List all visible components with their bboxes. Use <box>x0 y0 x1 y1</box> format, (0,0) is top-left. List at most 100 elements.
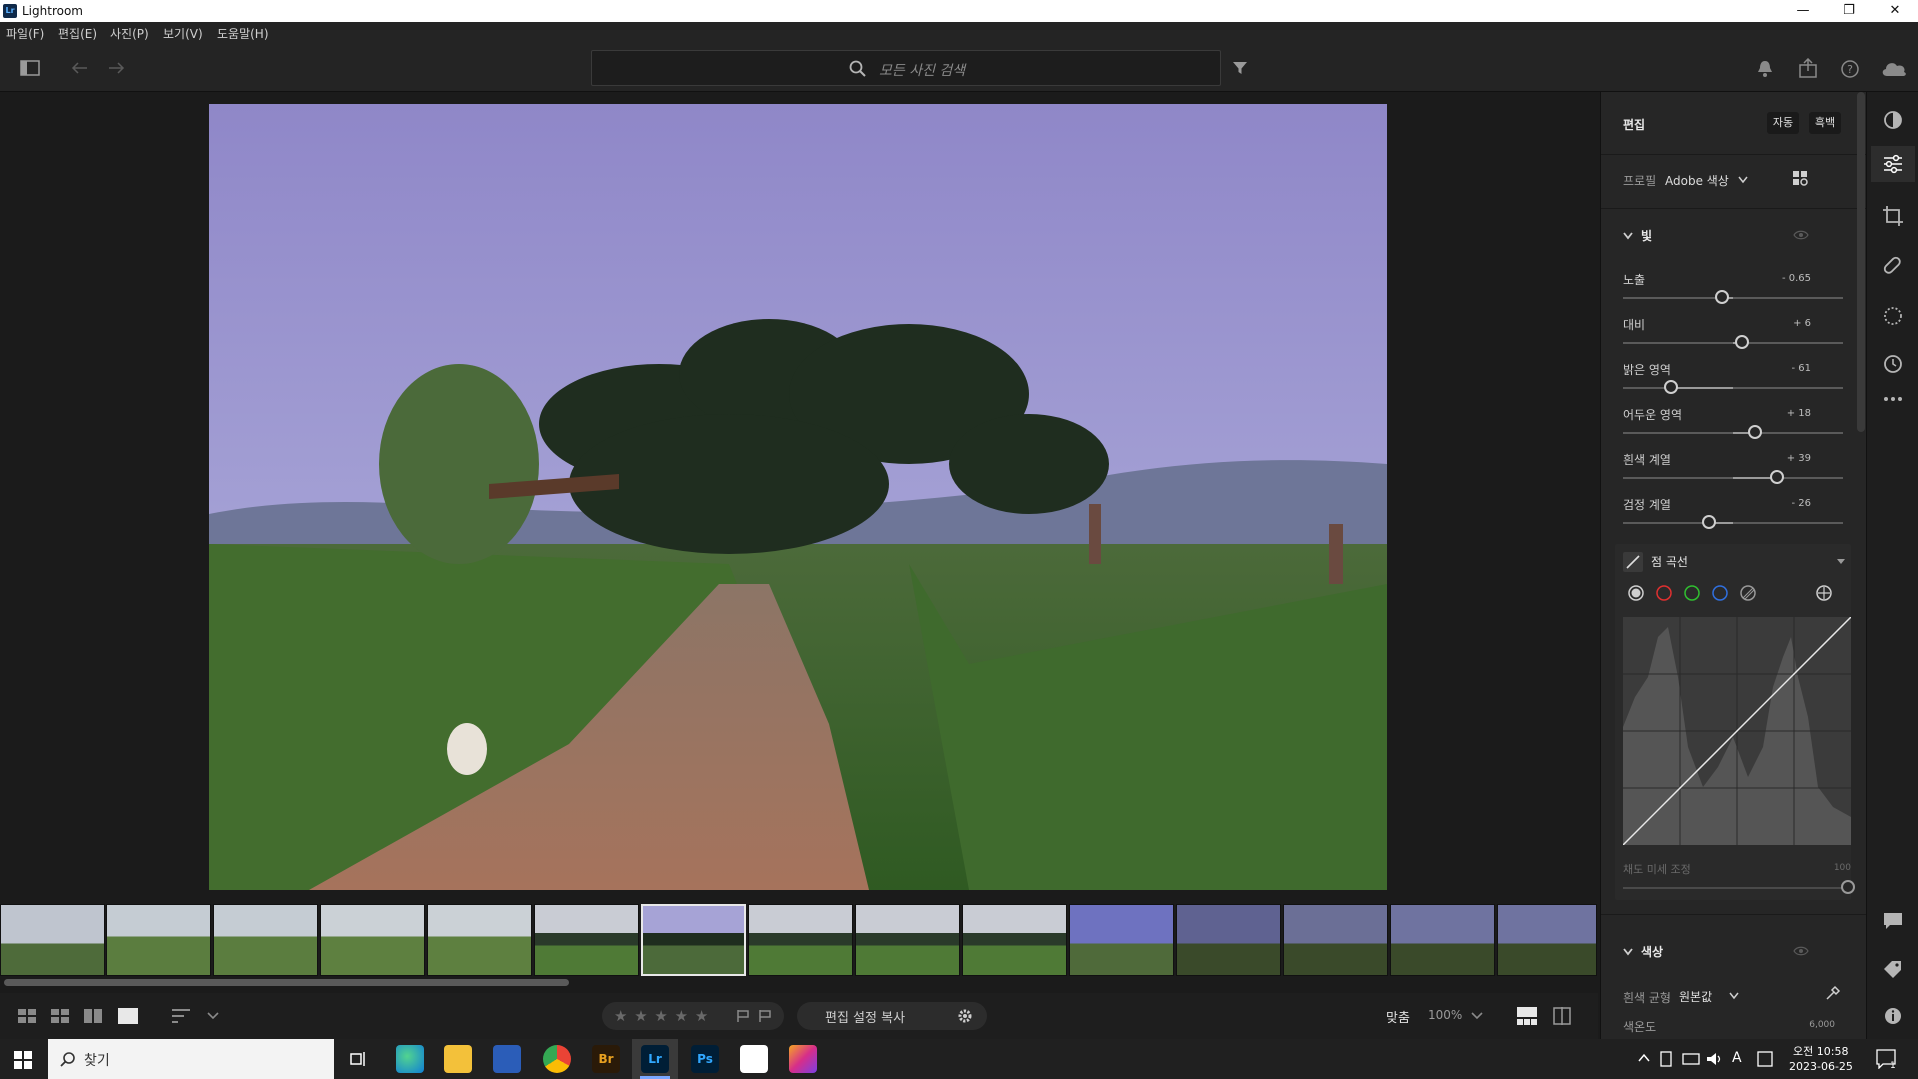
contrast-value[interactable]: + 6 <box>1771 318 1811 329</box>
share-icon[interactable] <box>1798 58 1818 78</box>
bw-button[interactable]: 흑백 <box>1809 112 1841 134</box>
menu-file[interactable]: 파일(F) <box>6 25 44 42</box>
red-channel-icon[interactable] <box>1655 584 1673 602</box>
back-arrow-icon[interactable] <box>70 60 88 76</box>
light-section-title[interactable]: 빛 <box>1641 227 1652 244</box>
light-section-chevron-icon[interactable] <box>1623 232 1633 240</box>
saturation-refine-slider[interactable] <box>1623 887 1847 889</box>
cloud-icon[interactable] <box>1880 58 1908 78</box>
info-icon[interactable] <box>1883 1006 1903 1026</box>
file-explorer-icon[interactable] <box>444 1045 472 1073</box>
search-box[interactable]: 모든 사진 검색 <box>591 50 1221 86</box>
filmstrip-thumb[interactable] <box>534 904 639 976</box>
eyedropper-icon[interactable] <box>1825 985 1841 1001</box>
main-photo[interactable] <box>209 104 1387 890</box>
exposure-value[interactable]: - 0.65 <box>1771 273 1811 284</box>
presets-icon[interactable] <box>1883 110 1903 130</box>
edge-icon[interactable] <box>396 1045 424 1073</box>
gear-icon[interactable] <box>957 1008 973 1024</box>
zoom-chevron-icon[interactable] <box>1471 1011 1483 1021</box>
blacks-knob[interactable] <box>1701 515 1716 529</box>
clock-date[interactable]: 2023-06-25 <box>1789 1060 1853 1073</box>
exposure-knob[interactable] <box>1715 290 1729 304</box>
comment-icon[interactable] <box>1883 912 1903 930</box>
clock-time[interactable]: 오전 10:58 <box>1793 1043 1848 1059</box>
photo-grid-icon[interactable] <box>51 1009 69 1023</box>
highlights-knob[interactable] <box>1664 380 1679 394</box>
store-icon[interactable] <box>493 1045 521 1073</box>
curve-graph[interactable] <box>1623 617 1851 845</box>
highlights-slider[interactable] <box>1623 387 1843 389</box>
detail-view-icon[interactable] <box>118 1008 138 1024</box>
menu-edit[interactable]: 편집(E) <box>58 25 97 42</box>
filmstrip-thumb[interactable] <box>962 904 1067 976</box>
whites-value[interactable]: + 39 <box>1771 453 1811 464</box>
ime-indicator[interactable]: A <box>1732 1050 1742 1066</box>
network-icon[interactable] <box>1682 1051 1700 1067</box>
sort-icon[interactable] <box>172 1008 190 1024</box>
filmstrip-thumb[interactable] <box>0 904 105 976</box>
history-icon[interactable] <box>1883 354 1903 374</box>
windows-start-icon[interactable] <box>14 1051 32 1069</box>
contrast-knob[interactable] <box>1734 335 1749 349</box>
saturation-refine-knob[interactable] <box>1841 880 1855 894</box>
curve-menu-chevron-icon[interactable] <box>1837 559 1845 565</box>
before-after-icon[interactable] <box>1553 1007 1571 1025</box>
menu-help[interactable]: 도움말(H) <box>217 25 269 42</box>
panel-toggle-icon[interactable] <box>20 60 40 76</box>
chrome-icon[interactable] <box>543 1045 571 1073</box>
rgb-channel-icon[interactable] <box>1627 584 1645 602</box>
white-balance-dropdown[interactable]: 원본값 <box>1679 988 1712 1005</box>
healing-icon[interactable] <box>1883 256 1903 276</box>
volume-icon[interactable] <box>1706 1051 1724 1067</box>
reject-flag-icon[interactable] <box>758 1009 772 1023</box>
wb-chevron-icon[interactable] <box>1729 992 1739 1000</box>
whites-knob[interactable] <box>1770 470 1784 484</box>
auto-button[interactable]: 자동 <box>1767 112 1799 134</box>
parametric-curve-icon[interactable] <box>1739 584 1757 602</box>
curve-icon[interactable] <box>1623 552 1643 572</box>
menu-photo[interactable]: 사진(P) <box>110 25 149 42</box>
help-icon[interactable]: ? <box>1840 59 1860 79</box>
compare-view-icon[interactable] <box>84 1009 102 1023</box>
filmstrip-thumb[interactable] <box>748 904 853 976</box>
exposure-slider[interactable] <box>1623 297 1843 299</box>
pick-flag-icon[interactable] <box>736 1009 750 1023</box>
filmstrip-thumb[interactable] <box>1176 904 1281 976</box>
filter-icon[interactable] <box>1232 60 1248 76</box>
profile-dropdown[interactable]: Adobe 색상 <box>1665 172 1729 189</box>
filmstrip-thumb[interactable] <box>855 904 960 976</box>
copy-edit-settings-button[interactable]: 편집 설정 복사 <box>825 1007 905 1026</box>
filmstrip-thumb[interactable] <box>106 904 211 976</box>
filmstrip-thumb[interactable] <box>320 904 425 976</box>
minimize-button[interactable]: — <box>1780 0 1826 22</box>
blacks-value[interactable]: - 26 <box>1771 498 1811 509</box>
filmstrip-thumb[interactable] <box>213 904 318 976</box>
blacks-slider[interactable] <box>1623 522 1843 524</box>
shadows-knob[interactable] <box>1748 425 1762 439</box>
taskbar-search[interactable]: 찾기 <box>48 1039 334 1079</box>
close-button[interactable]: ✕ <box>1872 0 1918 22</box>
star-rating[interactable]: ★ ★ ★ ★ ★ <box>614 1007 709 1025</box>
color-section-title[interactable]: 색상 <box>1641 943 1663 960</box>
saturation-refine-value[interactable]: 100 <box>1811 863 1851 873</box>
zoom-level[interactable]: 100% <box>1428 1008 1462 1022</box>
menu-view[interactable]: 보기(V) <box>163 25 203 42</box>
search-input[interactable]: 모든 사진 검색 <box>879 60 965 80</box>
forward-arrow-icon[interactable] <box>108 60 126 76</box>
tray-device-icon[interactable] <box>1659 1051 1673 1067</box>
task-view-icon[interactable] <box>349 1050 367 1068</box>
filmstrip-thumb[interactable] <box>1283 904 1388 976</box>
fit-zoom-label[interactable]: 맞춤 <box>1386 1007 1410 1026</box>
lightroom-taskbar-icon[interactable]: Lr <box>641 1045 669 1073</box>
edit-panel-scrollbar[interactable] <box>1857 92 1865 432</box>
edit-sliders-icon[interactable] <box>1883 154 1903 174</box>
crop-icon[interactable] <box>1883 206 1903 226</box>
filmstrip-thumb[interactable] <box>1069 904 1174 976</box>
bell-icon[interactable] <box>1757 60 1773 78</box>
instagram-style-icon[interactable] <box>789 1045 817 1073</box>
filmstrip-scrollbar[interactable] <box>4 979 569 986</box>
filmstrip-thumb[interactable] <box>427 904 532 976</box>
green-channel-icon[interactable] <box>1683 584 1701 602</box>
filmstrip-thumb[interactable] <box>1390 904 1495 976</box>
